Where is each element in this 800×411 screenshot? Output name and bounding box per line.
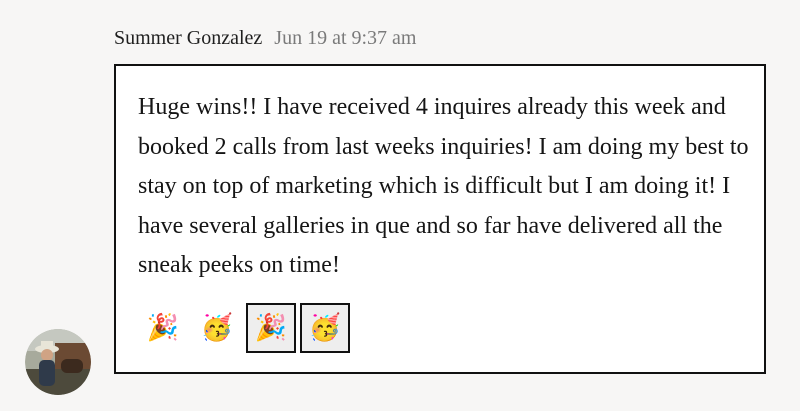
post-timestamp: Jun 19 at 9:37 am (274, 27, 417, 49)
partying-face-icon: 🥳 (308, 313, 342, 343)
avatar[interactable] (25, 329, 91, 395)
post-header: Summer Gonzalez Jun 19 at 9:37 am (114, 24, 417, 52)
reaction-button-party-popper[interactable]: 🎉 (138, 303, 188, 353)
party-popper-icon: 🎉 (146, 313, 180, 343)
reaction-button-partying-face-selected[interactable]: 🥳 (300, 303, 350, 353)
reaction-button-partying-face[interactable]: 🥳 (192, 303, 242, 353)
message-text: Huge wins!! I have received 4 inquires a… (138, 94, 749, 278)
avatar-photo (25, 329, 91, 395)
partying-face-icon: 🥳 (200, 313, 234, 343)
author-name[interactable]: Summer Gonzalez (114, 24, 262, 52)
reaction-button-party-popper-selected[interactable]: 🎉 (246, 303, 296, 353)
reactions-bar: 🎉 🥳 🎉 🥳 (138, 303, 350, 353)
party-popper-icon: 🎉 (254, 313, 288, 343)
